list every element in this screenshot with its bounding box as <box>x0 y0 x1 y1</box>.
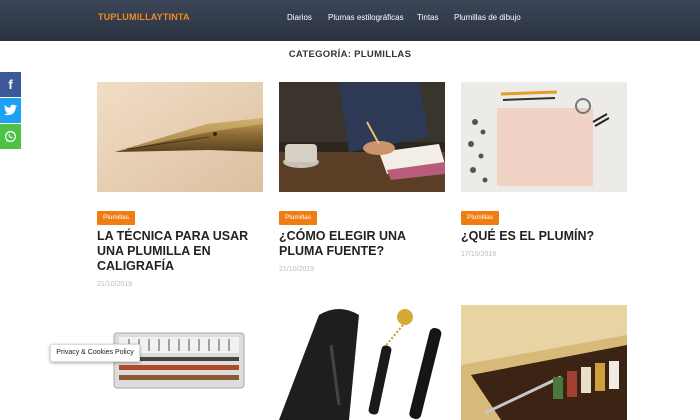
whatsapp-share-button[interactable] <box>0 124 21 149</box>
writing-desk-photo <box>279 82 445 192</box>
post-title[interactable]: ¿CÓMO ELEGIR UNA PLUMA FUENTE? <box>279 229 449 259</box>
nav-item-diarios[interactable]: Diarios <box>287 13 312 22</box>
post-thumbnail[interactable] <box>97 305 263 420</box>
facebook-icon: f <box>8 77 13 92</box>
fountain-pen-case-photo <box>279 305 445 420</box>
category-badge[interactable]: Plumillas <box>279 211 318 225</box>
post-date: 21/10/2019 <box>279 266 315 273</box>
post-date: 21/10/2019 <box>97 281 133 288</box>
wooden-calligraphy-set-photo <box>461 305 627 420</box>
nav-item-tintas[interactable]: Tintas <box>417 13 439 22</box>
facebook-share-button[interactable]: f <box>0 72 21 97</box>
top-navigation-bar: TUPLUMILLAYTINTA Diarios Plumas estilogr… <box>0 0 700 41</box>
post-thumbnail[interactable] <box>461 82 627 192</box>
category-badge[interactable]: Plumillas <box>97 211 136 225</box>
post-title[interactable]: LA TÉCNICA PARA USAR UNA PLUMILLA EN CAL… <box>97 229 267 274</box>
post-thumbnail[interactable] <box>97 82 263 192</box>
twitter-share-button[interactable] <box>0 98 21 123</box>
post-date: 17/10/2019 <box>461 251 497 258</box>
post-title[interactable]: ¿QUÉ ES EL PLUMÍN? <box>461 229 631 244</box>
nav-item-plumillas-dibujo[interactable]: Plumillas de dibujo <box>454 13 521 22</box>
nav-item-plumas[interactable]: Plumas estilográficas <box>328 13 404 22</box>
pen-nib-photo <box>97 82 263 192</box>
category-badge[interactable]: Plumillas <box>461 211 500 225</box>
nib-set-box-photo <box>97 305 263 420</box>
post-thumbnail[interactable] <box>279 305 445 420</box>
whatsapp-icon <box>5 131 16 142</box>
page-title: CATEGORÍA: PLUMILLAS <box>288 49 412 60</box>
post-thumbnail[interactable] <box>279 82 445 192</box>
site-logo[interactable]: TUPLUMILLAYTINTA <box>98 12 190 22</box>
twitter-icon <box>4 104 17 116</box>
post-thumbnail[interactable] <box>461 305 627 420</box>
paper-and-pens-photo <box>461 82 627 192</box>
privacy-cookies-policy-button[interactable]: Privacy & Cookies Policy <box>50 344 140 362</box>
